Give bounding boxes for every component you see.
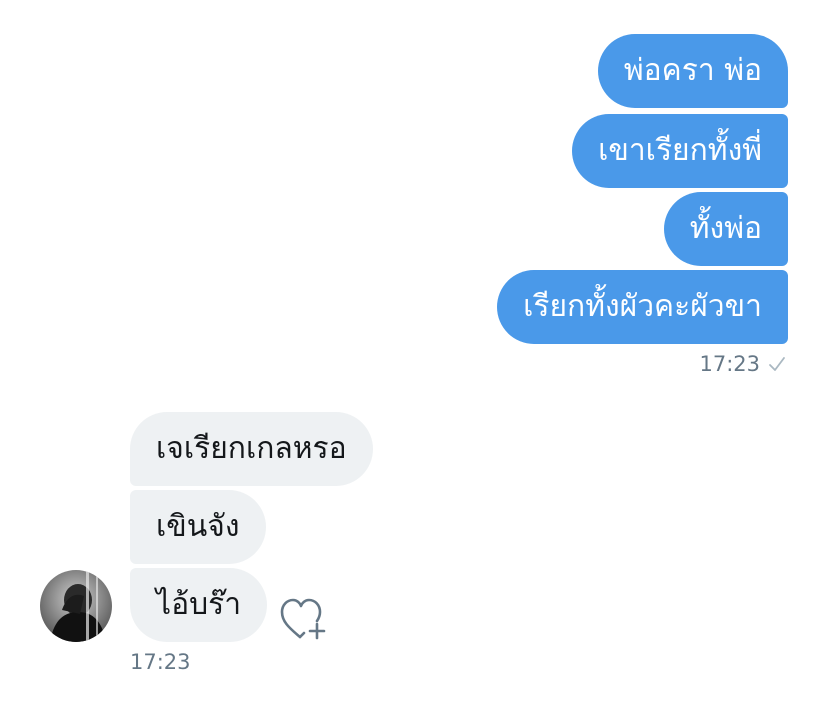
heart-plus-icon[interactable] bbox=[280, 597, 328, 641]
sent-message[interactable]: ทั้งพ่อ bbox=[663, 192, 788, 266]
received-message[interactable]: เจเรียกเกลหรอ bbox=[130, 412, 373, 486]
conversation-view: พ่อครา พ่อ เขาเรียกทั้งพี่ ทั้งพ่อ เรียก… bbox=[0, 0, 828, 710]
avatar[interactable] bbox=[40, 570, 112, 642]
avatar-image bbox=[40, 570, 112, 642]
sent-message[interactable]: เขาเรียกทั้งพี่ bbox=[572, 114, 788, 188]
check-icon bbox=[769, 357, 785, 371]
received-message[interactable]: เขินจัง bbox=[130, 490, 266, 564]
sent-timestamp-row: 17:23 bbox=[699, 352, 786, 376]
sent-message[interactable]: เรียกทั้งผัวคะผัวขา bbox=[497, 270, 788, 344]
received-message[interactable]: ไอ้บร๊า bbox=[130, 568, 268, 642]
sent-message[interactable]: พ่อครา พ่อ bbox=[597, 34, 788, 108]
sent-timestamp: 17:23 bbox=[699, 352, 760, 376]
received-timestamp: 17:23 bbox=[130, 650, 191, 674]
